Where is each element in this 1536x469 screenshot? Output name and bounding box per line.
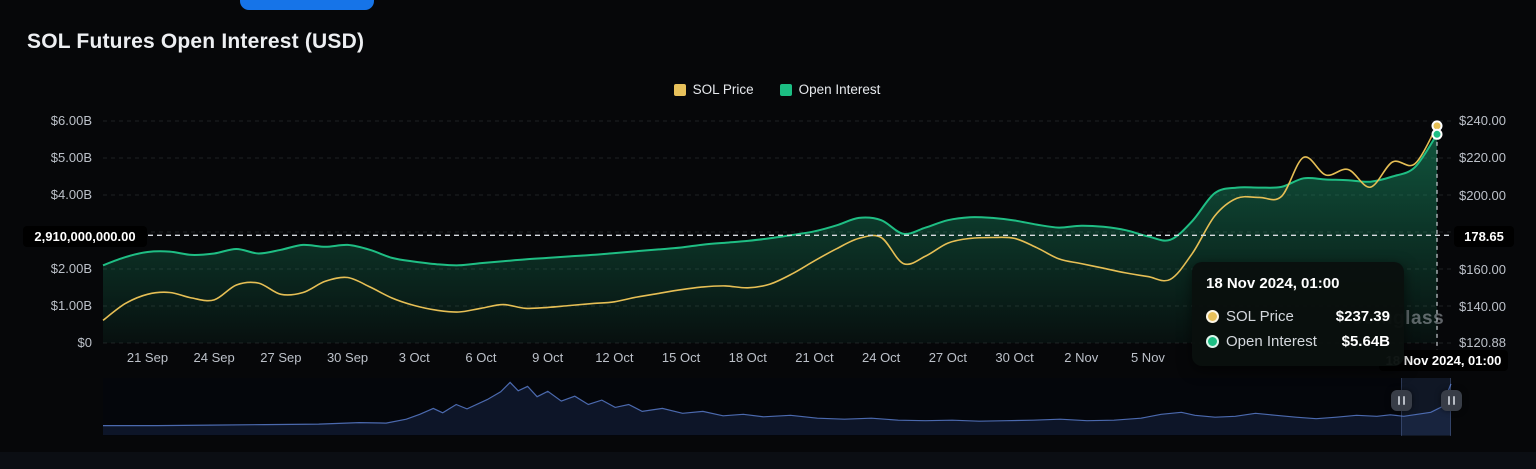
- tooltip-series-value: $237.39: [1336, 308, 1390, 325]
- open-interest-dot-icon: [1206, 335, 1219, 348]
- chart-legend: SOL Price Open Interest: [103, 82, 1451, 97]
- chart-page: SOL Futures Open Interest (USD) SOL Pric…: [0, 0, 1536, 469]
- y-axis-right-tick: $240.00: [1459, 113, 1506, 128]
- tooltip-series-value: $5.64B: [1342, 333, 1390, 350]
- y-axis-left-tick: $5.00B: [0, 150, 92, 165]
- y-axis-right-tick: $160.00: [1459, 262, 1506, 277]
- x-axis-tick: 5 Nov: [1108, 350, 1188, 365]
- legend-label: Open Interest: [799, 82, 881, 97]
- y-axis-left-tick: $6.00B: [0, 113, 92, 128]
- sol-price-dot-icon: [1206, 310, 1219, 323]
- sol-price-swatch-icon: [674, 84, 686, 96]
- y-axis-left-tick: $4.00B: [0, 187, 92, 202]
- grip-icon: [1453, 396, 1455, 405]
- grip-icon: [1448, 396, 1450, 405]
- main-chart[interactable]: [0, 0, 1536, 469]
- tooltip-date: 18 Nov 2024, 01:00: [1206, 275, 1390, 292]
- y-axis-left-tick: $2.00B: [0, 261, 92, 276]
- y-axis-right-tick: $140.00: [1459, 299, 1506, 314]
- tooltip-row-sol-price: SOL Price $237.39: [1206, 304, 1390, 329]
- legend-item-sol-price[interactable]: SOL Price: [674, 82, 754, 97]
- top-button-fragment[interactable]: [240, 0, 374, 10]
- open-interest-end-marker: [1433, 130, 1442, 139]
- legend-item-open-interest[interactable]: Open Interest: [780, 82, 881, 97]
- y-axis-right-tick: $220.00: [1459, 150, 1506, 165]
- crosshair-left-label: 2,910,000,000.00: [23, 226, 147, 247]
- open-interest-swatch-icon: [780, 84, 792, 96]
- grip-icon: [1403, 396, 1405, 405]
- nav-handle-left[interactable]: [1391, 390, 1412, 411]
- tooltip-series-label: SOL Price: [1226, 308, 1294, 325]
- grip-icon: [1398, 396, 1400, 405]
- y-axis-right-tick: $120.88: [1459, 335, 1506, 350]
- nav-handle-right[interactable]: [1441, 390, 1462, 411]
- y-axis-left-tick: $1.00B: [0, 298, 92, 313]
- legend-label: SOL Price: [693, 82, 754, 97]
- chart-tooltip: 18 Nov 2024, 01:00 SOL Price $237.39 Ope…: [1192, 262, 1404, 366]
- crosshair-right-label: 178.65: [1454, 226, 1514, 247]
- y-axis-left-tick: $0: [0, 335, 92, 350]
- tooltip-row-open-interest: Open Interest $5.64B: [1206, 329, 1390, 354]
- page-title: SOL Futures Open Interest (USD): [27, 30, 364, 54]
- tooltip-series-label: Open Interest: [1226, 333, 1317, 350]
- y-axis-right-tick: $200.00: [1459, 188, 1506, 203]
